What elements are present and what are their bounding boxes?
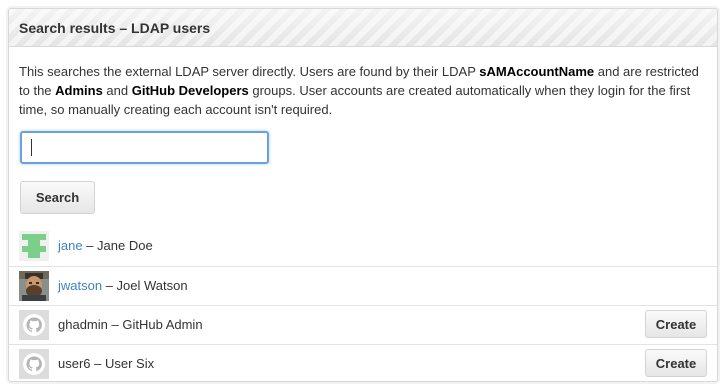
user-login: user6 [58, 356, 91, 371]
ldap-search-panel: Search results – LDAP users This searche… [8, 8, 718, 382]
result-fullname: Jane Doe [97, 238, 153, 253]
panel-title: Search results – LDAP users [9, 9, 717, 47]
description-text-1: This searches the external LDAP server d… [19, 64, 480, 79]
result-text: jane – Jane Doe [58, 227, 153, 265]
result-separator: – [102, 278, 117, 293]
result-text: user6 – User Six [58, 345, 155, 381]
result-row-user6: user6 – User Six Create [9, 344, 717, 381]
text-caret [31, 139, 32, 156]
search-description: This searches the external LDAP server d… [19, 62, 709, 119]
description-text-3: and [102, 83, 132, 98]
result-row-jwatson: jwatson – Joel Watson [9, 266, 717, 305]
create-button-ghadmin[interactable]: Create [645, 310, 707, 338]
user-login: ghadmin [58, 317, 108, 332]
result-fullname: GitHub Admin [122, 317, 203, 332]
search-button[interactable]: Search [20, 181, 95, 214]
result-fullname: Joel Watson [116, 278, 188, 293]
result-row-ghadmin: ghadmin – GitHub Admin Create [9, 305, 717, 344]
result-fullname: User Six [105, 356, 155, 371]
description-group-developers: GitHub Developers [131, 83, 249, 98]
octocat-icon [19, 349, 49, 379]
identicon-icon [19, 231, 49, 261]
result-separator: – [90, 356, 105, 371]
create-button-user6[interactable]: Create [645, 349, 707, 377]
result-separator: – [82, 238, 98, 253]
result-text: ghadmin – GitHub Admin [58, 306, 203, 344]
photo-avatar [19, 271, 49, 301]
octocat-icon [19, 310, 49, 340]
results-list: jane – Jane Doe jwatson – Joel Watson gh… [9, 227, 717, 381]
result-separator: – [107, 317, 123, 332]
user-link-jane[interactable]: jane [58, 238, 83, 253]
user-link-jwatson[interactable]: jwatson [58, 278, 102, 293]
description-group-admins: Admins [55, 83, 103, 98]
result-text: jwatson – Joel Watson [58, 267, 188, 305]
description-attr: sAMAccountName [479, 64, 595, 79]
search-input[interactable] [20, 131, 269, 164]
result-row-jane: jane – Jane Doe [9, 227, 717, 266]
